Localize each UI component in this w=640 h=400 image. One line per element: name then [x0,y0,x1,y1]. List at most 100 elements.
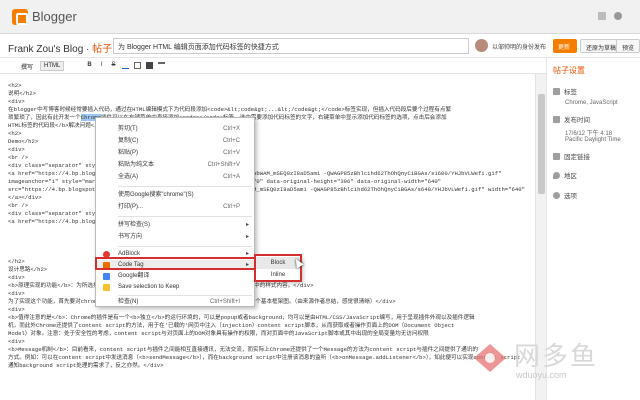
update-button[interactable]: 更新 [553,39,577,53]
labels-value: Chrome, JavaScript [565,100,618,106]
image-icon[interactable] [134,62,141,69]
code-line: </a></div> [8,194,42,201]
watermark-url: wduoyu.com [516,370,567,380]
code-line: 通知background script处理的需求了，反之亦然。</div> [8,362,164,369]
menu-separator [118,216,252,217]
menu-item-shortcut: Ctrl+Shift+I [209,299,240,305]
menu-item-label: 拼写检查(S) [118,222,150,228]
menu-item-copy[interactable]: 复制(C) Ctrl+C [96,136,254,146]
link-chain-icon [553,153,560,160]
menu-item-shortcut: Ctrl+Shift+V [207,162,240,168]
options-row[interactable]: 选项 [553,190,577,200]
post-settings-title[interactable]: 帖子设置 [553,65,585,76]
code-line: 在blogger中写博客时候经常要插入代码，通过在HTML编辑模式下为代码段添加… [8,106,452,113]
menu-separator [118,246,252,247]
compose-tab[interactable]: 撰写 [18,61,36,71]
code-line: <h2> [8,82,22,89]
scrollbar-thumb[interactable] [538,94,545,194]
options-label: 选项 [564,193,577,200]
code-line: <div> [8,290,25,297]
code-tag-highlight-box [95,257,257,270]
google-translate-icon [103,273,110,280]
app-brand[interactable]: Blogger [32,9,77,24]
menu-item-select-all[interactable]: 全选(A) Ctrl+A [96,172,254,182]
labels-row[interactable]: 标签 [553,86,577,96]
menu-item-label: Google翻译 [118,273,150,279]
html-tab[interactable]: HTML [40,61,65,71]
menu-item-paste[interactable]: 粘贴(P) Ctrl+V [96,148,254,158]
top-bar: Blogger [0,0,640,34]
blog-breadcrumb: Frank Zou's Blog · 帖子 [8,40,112,55]
code-line: <div> [8,98,25,105]
post-title-input[interactable]: 为 Blogger HTML 编辑页面添加代码标签的快捷方式 [113,38,469,54]
code-line: <b>值得注意的是</b>：Chrome的插件是有一个<b>独立</b>的运行环… [8,314,475,321]
menu-item-google-search[interactable]: 使用Google搜索"chrome"(S) [96,190,254,200]
code-line: <br /> [8,154,29,161]
published-row[interactable]: 发布时间 [553,114,590,124]
code-line: imageanchor="1" style="margin-left: 1em;… [8,178,442,185]
menu-item-save-to-keep[interactable]: Save selection to Keep [96,282,254,292]
strikethrough-icon[interactable]: S [110,62,117,69]
calendar-icon [553,116,560,123]
menu-item-google-translate[interactable]: Google翻译 [96,271,254,281]
menu-item-label: 剪切(T) [118,126,138,132]
code-line: src="https://4.bp.blogspot.com/-7oHQ9xCz… [8,186,527,193]
video-icon[interactable] [146,62,153,69]
menu-item-paste-plain[interactable]: 粘贴为纯文本 Ctrl+Shift+V [96,160,254,170]
code-line: <a href="https://4.bp.blogspot.com/-7oHQ… [8,170,502,177]
menu-item-print[interactable]: 打印(P)... Ctrl+P [96,202,254,212]
code-line: <b>Message机制</b>：目前看来，content script与插件之… [8,346,478,353]
code-line: 说明</h2> [8,90,36,97]
menu-item-label: Save selection to Keep [118,284,180,290]
menu-item-label: 书写方向 [118,234,143,240]
code-line: 方式。例如：可以在content script中发送消息（<b>sendMess… [8,354,521,361]
author-label[interactable]: 以邹帅明的身份发布 [492,42,546,51]
menu-item-shortcut: Ctrl+V [223,150,240,156]
published-timezone: Pacific Daylight Time [565,137,621,143]
author-avatar[interactable] [475,39,488,52]
menu-item-writing-direction[interactable]: 书写方向 ▸ [96,232,254,242]
menu-item-label: 检查(N) [118,299,139,305]
code-line: <div> [8,146,25,153]
permalink-row[interactable]: 固定链接 [553,151,590,161]
menu-separator [118,295,252,296]
context-menu: 剪切(T) Ctrl+X 复制(C) Ctrl+C 粘贴(P) Ctrl+V 粘贴为纯… [95,117,255,307]
breadcrumb-separator: · [83,44,93,55]
quote-icon[interactable] [158,62,165,69]
code-line: 机，而此外Chrome还提供了content script的方法，用于在'已载的… [8,322,455,329]
menu-item-label: 粘贴为纯文本 [118,162,155,168]
menu-item-shortcut: Ctrl+A [223,174,240,180]
code-line: <br /> [8,202,29,209]
tag-icon [553,88,560,95]
code-line: Model）对象。注意：处于安全性的考虑，content script与对页面上… [8,330,429,337]
menu-separator [118,186,252,187]
post-header: Frank Zou's Blog · 帖子 为 Blogger HTML 编辑页… [0,34,640,58]
account-icon[interactable] [614,12,622,20]
location-row[interactable]: 地区 [553,170,577,180]
code-line: 为了实现这个功能，首先要对chrome插件的架构有一定的了解。下面给出了Chro… [8,298,527,306]
menu-item-cut[interactable]: 剪切(T) Ctrl+X [96,124,254,134]
blogger-logo-icon[interactable] [12,9,28,25]
code-line: <b>原理实现的功能</b>：为所选择的文字添加代码标签,由于Blogger的文… [8,282,527,290]
apps-grid-icon[interactable] [598,12,606,20]
bold-icon[interactable]: B [86,62,93,69]
menu-item-label: 打印(P)... [118,204,143,210]
code-line: <div> [8,338,25,345]
menu-item-inspect[interactable]: 检查(N) Ctrl+Shift+I [96,297,254,307]
permalink-label: 固定链接 [564,154,590,161]
html-editor-textarea[interactable]: <h2> 说明</h2> <div> 在blogger中写博客时候经常要插入代码，通过… [0,74,535,400]
code-line: 琐繁琐了，因此有此开发一个Chrome插件可以在右键菜单中直接添加<code><… [8,114,447,121]
fish-logo-icon [474,344,506,372]
published-value: 17/6/12 下午 4:18 [565,131,613,137]
menu-item-label: 使用Google搜索"chrome"(S) [118,192,194,198]
menu-item-shortcut: Ctrl+X [223,126,240,132]
blog-name[interactable]: Frank Zou's Blog [8,44,83,55]
italic-icon[interactable]: I [98,62,105,69]
preview-button[interactable]: 预览 [616,39,640,53]
watermark: 网多鱼 wduoyu.com [470,332,640,400]
menu-item-spellcheck[interactable]: 拼写检查(S) ▸ [96,220,254,230]
link-icon[interactable] [122,62,129,69]
